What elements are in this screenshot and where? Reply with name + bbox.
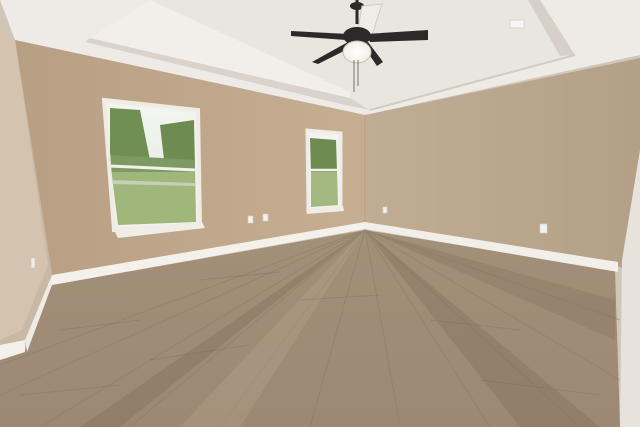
left-window — [101, 97, 205, 238]
smoke-detector — [509, 19, 525, 29]
center-window — [305, 128, 344, 214]
room-scene — [0, 0, 640, 427]
room-photo — [0, 0, 640, 427]
